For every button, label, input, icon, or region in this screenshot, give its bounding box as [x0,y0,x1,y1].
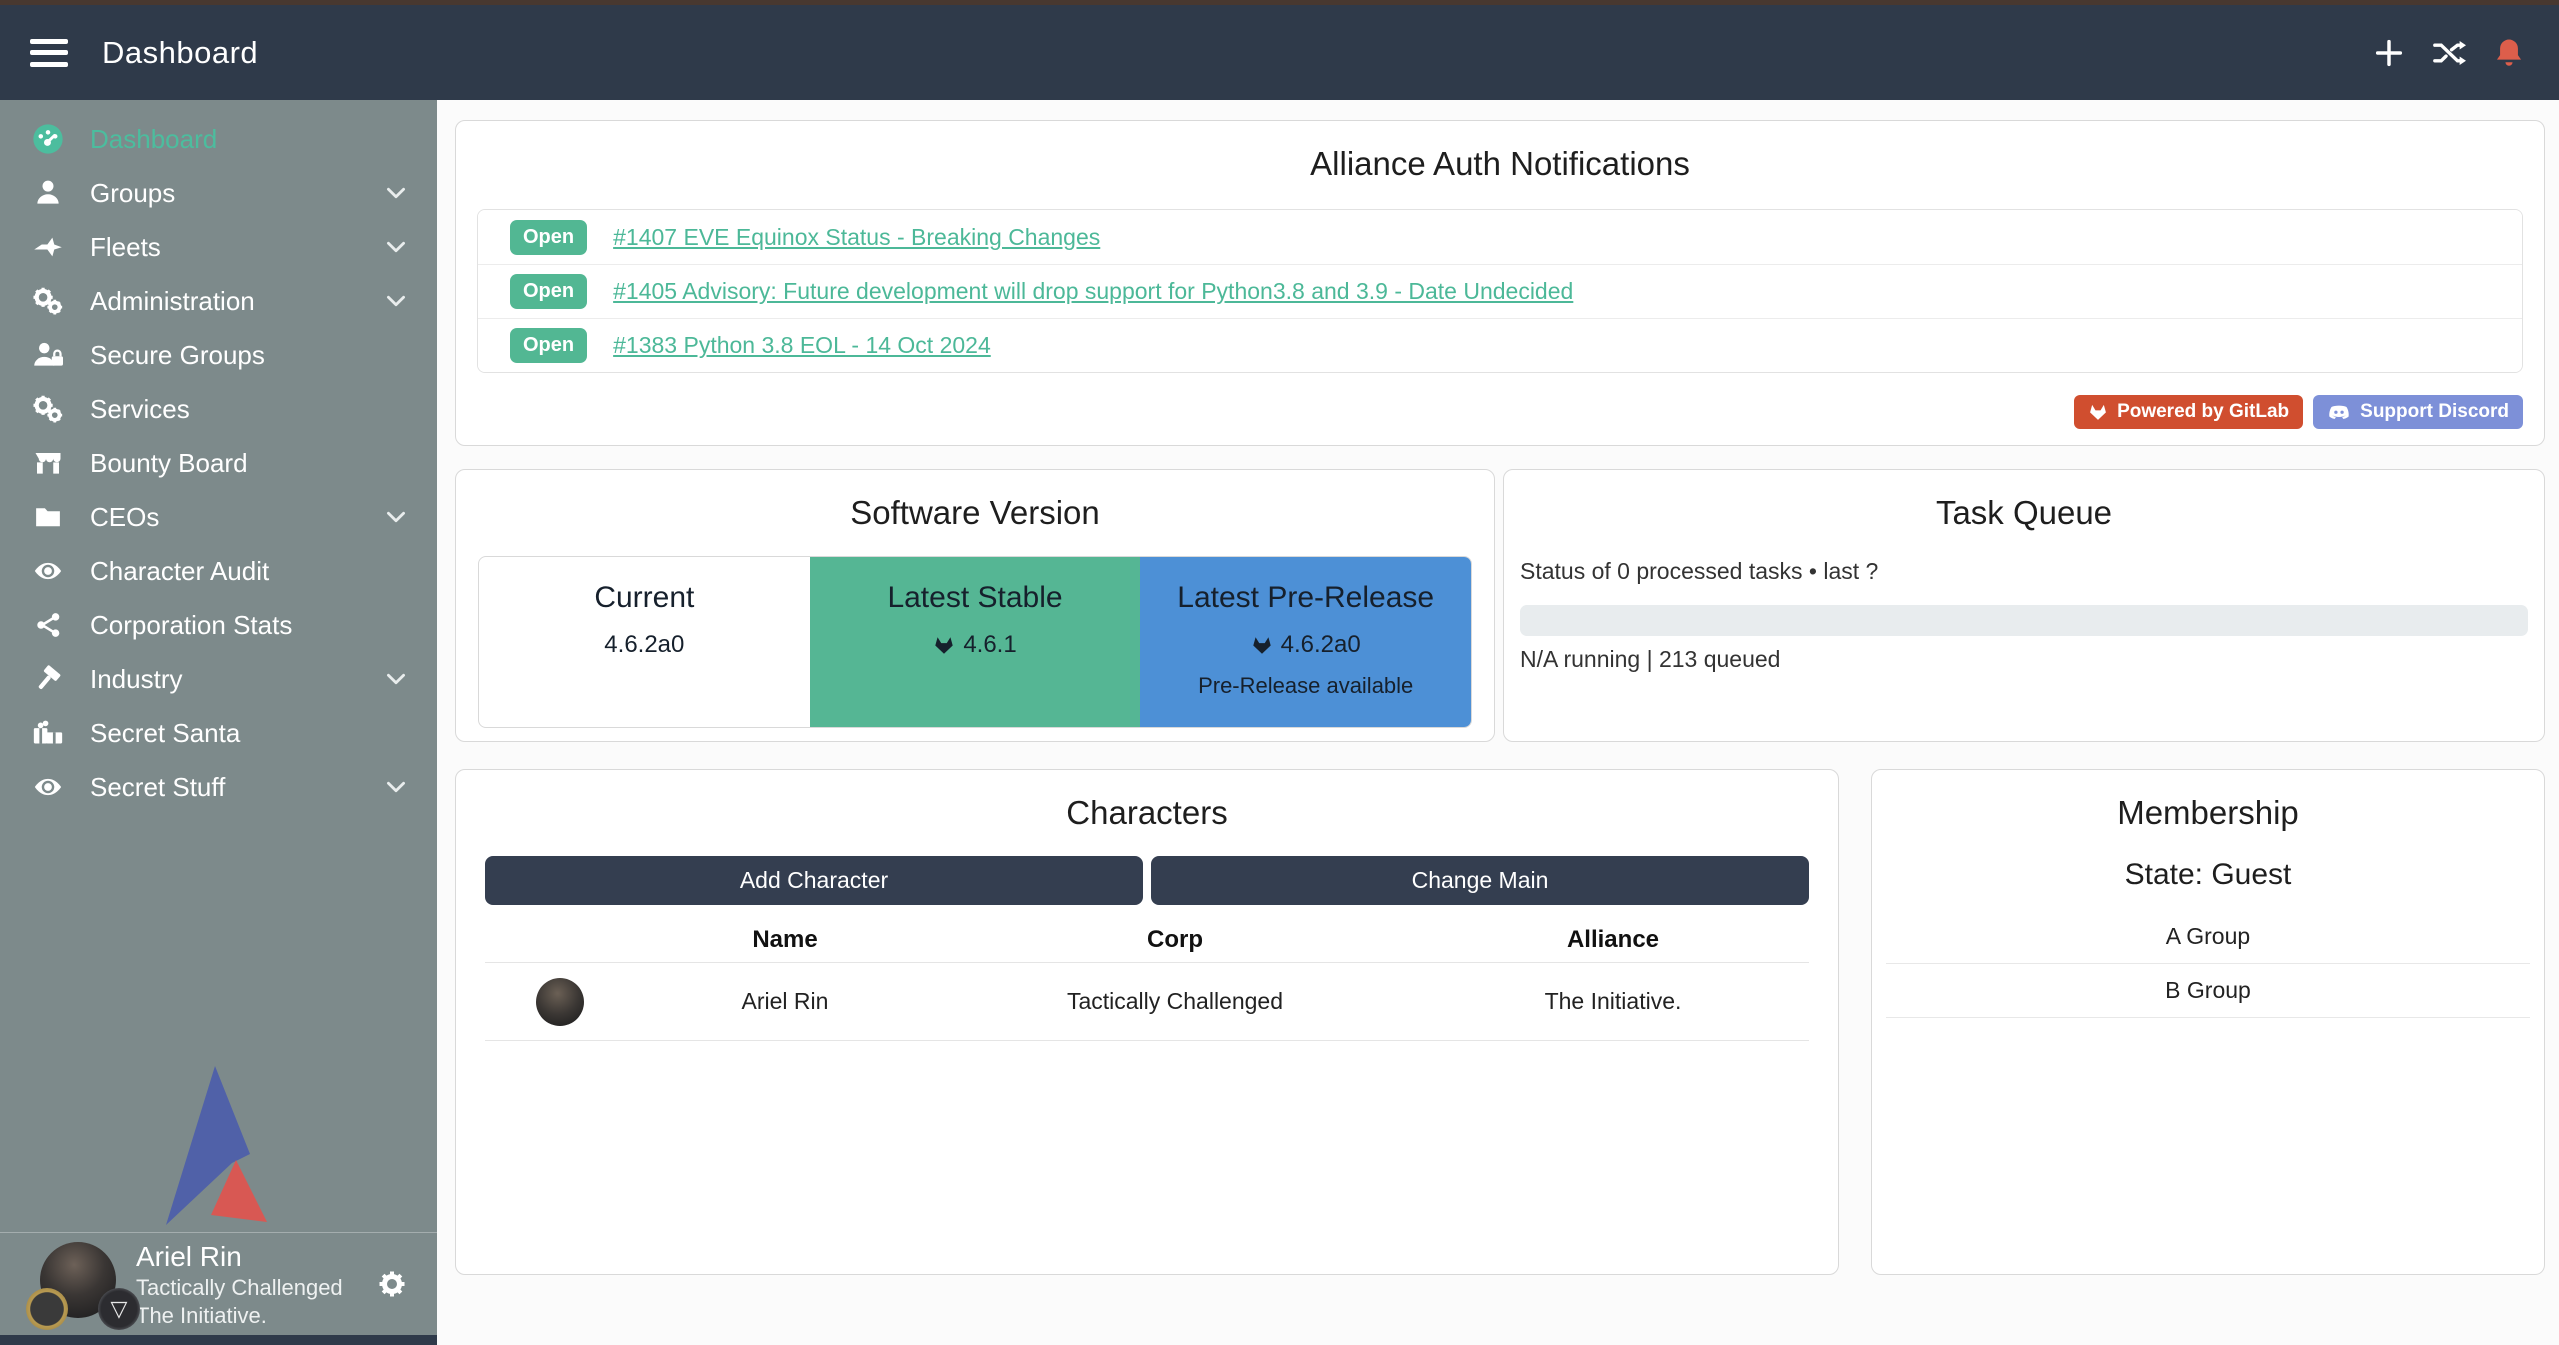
notifications-bell-icon[interactable] [2491,35,2527,71]
powered-by-gitlab-badge[interactable]: Powered by GitLab [2074,395,2303,429]
page-title: Dashboard [102,35,258,71]
alliance-auth-logo [162,1064,272,1229]
user-name: Ariel Rin [136,1239,343,1274]
table-row: Ariel Rin Tactically Challenged The Init… [485,963,1809,1041]
membership-title: Membership [1872,794,2544,832]
status-badge: Open [510,274,587,309]
support-discord-badge[interactable]: Support Discord [2313,395,2523,429]
user-alliance: The Initiative. [136,1302,343,1330]
sidebar-item-bounty-board[interactable]: Bounty Board [0,436,437,490]
character-avatar [536,978,584,1026]
menu-toggle-icon[interactable] [30,39,68,67]
sidebar-item-administration[interactable]: Administration [0,274,437,328]
chevron-down-icon [383,288,409,314]
characters-table-header: Name Corp Alliance [485,917,1809,963]
gifts-icon [30,717,66,749]
folder-icon [30,501,66,533]
characters-table: Name Corp Alliance Ariel Rin Tactically … [485,917,1809,1041]
eye-icon [30,555,66,587]
alliance-logo-badge: ▽ [98,1288,140,1330]
notification-row: Open #1407 EVE Equinox Status - Breaking… [478,210,2522,264]
eye-icon [30,771,66,803]
characters-title: Characters [456,794,1838,832]
sidebar-bottom-strip [0,1335,437,1345]
task-status-line: Status of 0 processed tasks • last ? [1520,558,2528,585]
share-icon [30,609,66,641]
corp-logo-badge [26,1288,68,1330]
notification-link[interactable]: #1383 Python 3.8 EOL - 14 Oct 2024 [613,332,991,359]
sidebar-item-secret-santa[interactable]: Secret Santa [0,706,437,760]
chevron-down-icon [383,504,409,530]
change-main-shuffle-icon[interactable] [2431,35,2467,71]
add-character-button[interactable]: Add Character [485,856,1143,905]
user-settings-gear-icon[interactable] [377,1269,407,1299]
chevron-down-icon [383,774,409,800]
gears-icon [30,393,66,425]
notification-row: Open #1405 Advisory: Future development … [478,264,2522,318]
software-version-panel: Software Version Current 4.6.2a0 Latest … [455,469,1495,742]
add-character-icon[interactable] [2371,35,2407,71]
main-content: Alliance Auth Notifications Open #1407 E… [437,100,2559,1345]
software-version-title: Software Version [456,494,1494,532]
discord-icon [2327,402,2351,422]
sidebar-item-dashboard[interactable]: Dashboard [0,112,437,166]
user-lock-icon [30,339,66,371]
gitlab-icon [933,634,955,656]
chevron-down-icon [383,180,409,206]
user-icon [30,177,66,209]
jet-icon [30,231,66,263]
sidebar-item-services[interactable]: Services [0,382,437,436]
notification-link[interactable]: #1405 Advisory: Future development will … [613,278,1573,305]
task-queue-line: N/A running | 213 queued [1520,646,2528,673]
gitlab-icon [2088,402,2108,422]
sidebar-item-secret-stuff[interactable]: Secret Stuff [0,760,437,814]
notifications-title: Alliance Auth Notifications [456,145,2544,183]
chevron-down-icon [383,234,409,260]
sidebar-item-character-audit[interactable]: Character Audit [0,544,437,598]
sidebar-user-panel: ▽ Ariel Rin Tactically Challenged The In… [0,1232,437,1335]
gears-icon [30,285,66,317]
list-item: B Group [1886,964,2530,1018]
task-queue-title: Task Queue [1504,494,2544,532]
chevron-down-icon [383,666,409,692]
notifications-panel: Alliance Auth Notifications Open #1407 E… [455,120,2545,446]
task-progress-bar [1520,605,2528,636]
version-current: Current 4.6.2a0 [479,557,810,727]
characters-panel: Characters Add Character Change Main Nam… [455,769,1839,1275]
store-icon [30,447,66,479]
notification-link[interactable]: #1407 EVE Equinox Status - Breaking Chan… [613,224,1100,251]
user-corp: Tactically Challenged [136,1274,343,1302]
notifications-list: Open #1407 EVE Equinox Status - Breaking… [477,209,2523,373]
version-box: Current 4.6.2a0 Latest Stable 4.6.1 Late… [478,556,1472,728]
status-badge: Open [510,328,587,363]
sidebar: Dashboard Groups Fleets Administration S… [0,100,437,1345]
sidebar-item-corporation-stats[interactable]: Corporation Stats [0,598,437,652]
task-queue-panel: Task Queue Status of 0 processed tasks •… [1503,469,2545,742]
top-navbar: Dashboard [0,5,2559,100]
gauge-icon [30,123,66,155]
prerelease-note: Pre-Release available [1140,673,1471,699]
notification-row: Open #1383 Python 3.8 EOL - 14 Oct 2024 [478,318,2522,372]
membership-state: State: Guest [1872,858,2544,892]
list-item: A Group [1886,910,2530,964]
sidebar-item-fleets[interactable]: Fleets [0,220,437,274]
sidebar-item-secure-groups[interactable]: Secure Groups [0,328,437,382]
membership-groups-list: A Group B Group [1886,910,2530,1018]
version-latest-stable: Latest Stable 4.6.1 [810,557,1141,727]
user-avatar: ▽ [26,1238,118,1330]
change-main-button[interactable]: Change Main [1151,856,1809,905]
hammer-icon [30,663,66,695]
membership-panel: Membership State: Guest A Group B Group [1871,769,2545,1275]
sidebar-item-groups[interactable]: Groups [0,166,437,220]
version-latest-prerelease: Latest Pre-Release 4.6.2a0 Pre-Release a… [1140,557,1471,727]
gitlab-icon [1251,634,1273,656]
status-badge: Open [510,220,587,255]
sidebar-item-ceos[interactable]: CEOs [0,490,437,544]
sidebar-item-industry[interactable]: Industry [0,652,437,706]
